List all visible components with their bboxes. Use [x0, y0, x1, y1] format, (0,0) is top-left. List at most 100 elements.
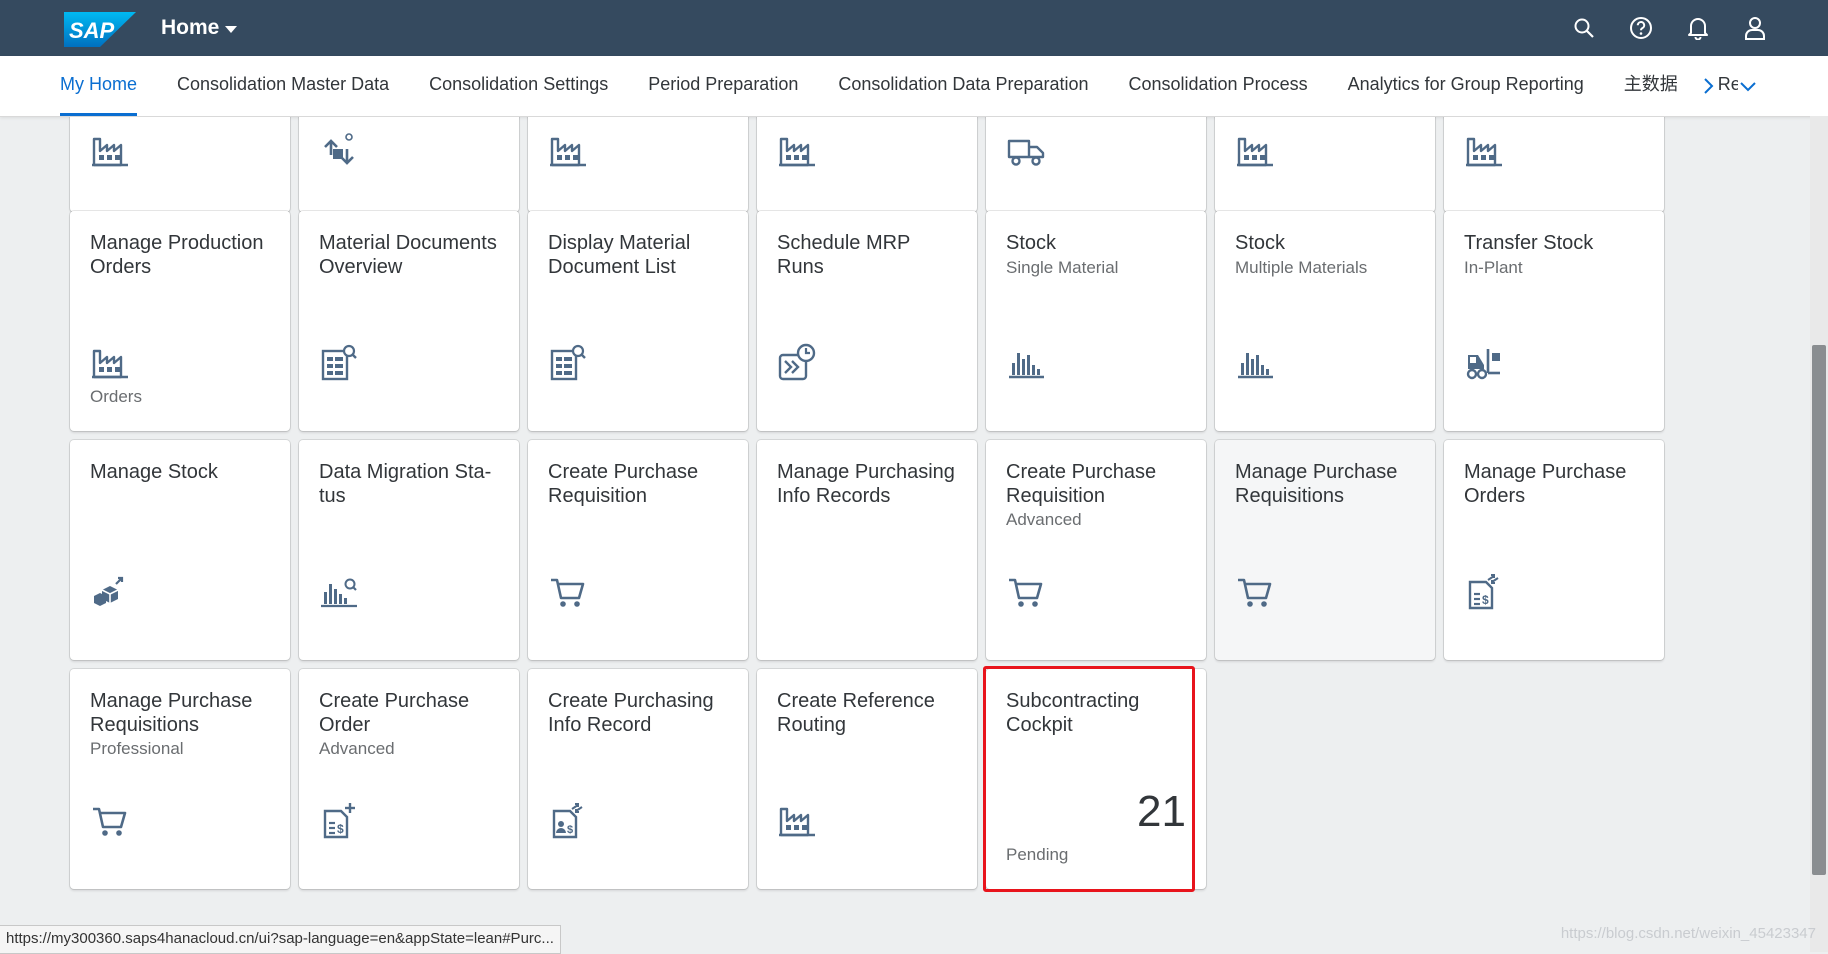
- tile-transfer-stock-in-plant[interactable]: Transfer Stock In-Plant: [1444, 211, 1664, 431]
- tab-consolidation-settings[interactable]: Consolidation Settings: [409, 56, 628, 116]
- document-search-icon: [319, 343, 359, 383]
- tile-title: Create Purchase Requisition: [548, 461, 699, 507]
- tile-subtitle: In-Plant: [1464, 258, 1523, 277]
- tile-title: Create Purchasing Info Record: [548, 690, 714, 736]
- tile-title: Manage Purchase Orders: [1464, 461, 1627, 507]
- shell-bar: SAP Home: [0, 0, 1828, 56]
- tile-create-purchase-requisition-advanced[interactable]: Create Purchase Requisition Advanced: [986, 440, 1206, 660]
- tile-stock-multiple-materials[interactable]: Stock Multiple Materials: [1215, 211, 1435, 431]
- tile-container: Manage Production Orders Orders Material D…: [0, 117, 1810, 952]
- forklift-icon: [1464, 343, 1504, 383]
- svg-text:$: $: [1482, 593, 1489, 607]
- tile-title: Manage Purchase Requisitions: [1235, 461, 1398, 507]
- home-menu[interactable]: Home: [161, 16, 238, 40]
- tile-subtitle: Professional: [90, 739, 184, 758]
- cart-icon: [548, 572, 588, 612]
- status-url-bar: https://my300360.saps4hanacloud.cn/ui?sa…: [0, 925, 561, 954]
- tile-title: Stock: [1006, 232, 1057, 254]
- factory-icon: [1464, 131, 1504, 171]
- tab-consolidation-master-data[interactable]: Consolidation Master Data: [157, 56, 409, 116]
- tab-consolidation-process[interactable]: Consolidation Process: [1109, 56, 1328, 116]
- transfer-arrows-icon: [319, 131, 359, 171]
- tile-title: Create Purchase Order: [319, 690, 470, 736]
- tab-bar: My Home Consolidation Master Data Consol…: [0, 56, 1828, 117]
- tile-title: Material Documents Overview: [319, 232, 497, 278]
- tile-create-purchasing-info-record[interactable]: Create Purchasing Info Record $: [528, 669, 748, 889]
- scrollbar[interactable]: [1810, 116, 1828, 952]
- bar-chart-icon: [1006, 343, 1046, 383]
- scrollbar-thumb[interactable]: [1812, 345, 1826, 875]
- tile-manage-stock[interactable]: Manage Stock: [70, 440, 290, 660]
- user-profile-icon[interactable]: [1742, 14, 1768, 42]
- tile-partial[interactable]: [1215, 117, 1435, 212]
- factory-icon: [90, 343, 130, 383]
- tile-partial[interactable]: [528, 117, 748, 212]
- tile-stock-single-material[interactable]: Stock Single Material: [986, 211, 1206, 431]
- tile-manage-purchase-orders[interactable]: Manage Purchase Orders $: [1444, 440, 1664, 660]
- tile-title: Manage Production Orders: [90, 232, 264, 278]
- tile-partial[interactable]: [757, 117, 977, 212]
- purchase-order-icon: $: [1464, 572, 1504, 612]
- sap-logo[interactable]: SAP: [64, 12, 136, 47]
- tile-display-material-document-list[interactable]: Display Material Document List: [528, 211, 748, 431]
- info-record-icon: $: [548, 801, 588, 841]
- watermark: https://blog.csdn.net/weixin_45423347: [1560, 925, 1816, 942]
- search-icon[interactable]: [1571, 14, 1597, 42]
- tile-partial[interactable]: [986, 117, 1206, 212]
- tab-analytics-group-reporting[interactable]: Analytics for Group Reporting: [1328, 56, 1604, 116]
- tile-subtitle: Multiple Materials: [1235, 258, 1368, 277]
- tile-footer: Orders: [90, 387, 142, 406]
- help-icon[interactable]: [1628, 14, 1654, 42]
- tile-subtitle: Advanced: [319, 739, 395, 758]
- tile-title: Manage Purchasing Info Records: [777, 461, 955, 507]
- tile-manage-purchase-requisitions-professional[interactable]: Manage Purchase Requisitions Professional: [70, 669, 290, 889]
- notification-bell-icon[interactable]: [1685, 14, 1711, 42]
- cubes-icon: [90, 572, 130, 612]
- schedule-run-icon: [777, 343, 817, 383]
- tile-create-reference-routing[interactable]: Create Reference Routing: [757, 669, 977, 889]
- cart-icon: [90, 801, 130, 841]
- tile-partial[interactable]: [299, 117, 519, 212]
- tile-manage-production-orders[interactable]: Manage Production Orders Orders: [70, 211, 290, 431]
- tab-my-home[interactable]: My Home: [60, 56, 157, 116]
- tile-schedule-mrp-runs[interactable]: Schedule MRP Runs: [757, 211, 977, 431]
- tile-title: Create Reference Routing: [777, 690, 935, 736]
- tile-title: Data Migration Sta-tus: [319, 461, 492, 507]
- factory-icon: [777, 801, 817, 841]
- tab-master-data-cn[interactable]: 主数据: [1604, 56, 1698, 116]
- tile-partial[interactable]: [1444, 117, 1664, 212]
- create-order-icon: $: [319, 801, 359, 841]
- factory-icon: [548, 131, 588, 171]
- tile-subtitle: Advanced: [1006, 510, 1082, 529]
- cart-icon: [1235, 572, 1275, 612]
- home-label: Home: [161, 16, 220, 39]
- tile-title: Transfer Stock: [1464, 232, 1594, 254]
- tile-material-documents-overview[interactable]: Material Documents Overview: [299, 211, 519, 431]
- tab-strip: My Home Consolidation Master Data Consol…: [60, 56, 1738, 116]
- caret-down-icon: [225, 25, 238, 33]
- factory-icon: [777, 131, 817, 171]
- tile-partial[interactable]: [70, 117, 290, 212]
- tab-consolidation-data-preparation[interactable]: Consolidation Data Preparation: [818, 56, 1108, 116]
- truck-icon: [1006, 131, 1046, 171]
- tile-title: Create Purchase Requisition: [1006, 461, 1157, 507]
- tile-title: Manage Stock: [90, 461, 218, 483]
- document-search-icon: [548, 343, 588, 383]
- chevron-down-icon[interactable]: [1736, 74, 1760, 98]
- tile-data-migration-sta-tus[interactable]: Data Migration Sta-tus: [299, 440, 519, 660]
- tile-manage-purchase-requisitions[interactable]: Manage Purchase Requisitions: [1215, 440, 1435, 660]
- tile-create-purchase-order-advanced[interactable]: Create Purchase Order Advanced $: [299, 669, 519, 889]
- tab-period-preparation[interactable]: Period Preparation: [628, 56, 818, 116]
- tile-manage-purchasing-info-records[interactable]: Manage Purchasing Info Records: [757, 440, 977, 660]
- tile-title: Stock: [1235, 232, 1286, 254]
- chevron-right-icon[interactable]: [1696, 74, 1720, 98]
- cart-icon: [1006, 572, 1046, 612]
- factory-icon: [90, 131, 130, 171]
- tile-title: Display Material Document List: [548, 232, 691, 278]
- factory-icon: [1235, 131, 1275, 171]
- tile-title: Manage Purchase Requisitions: [90, 690, 253, 736]
- tile-title: Schedule MRP Runs: [777, 232, 911, 278]
- tile-create-purchase-requisition[interactable]: Create Purchase Requisition: [528, 440, 748, 660]
- chart-search-icon: [319, 572, 359, 612]
- svg-text:$: $: [337, 822, 344, 836]
